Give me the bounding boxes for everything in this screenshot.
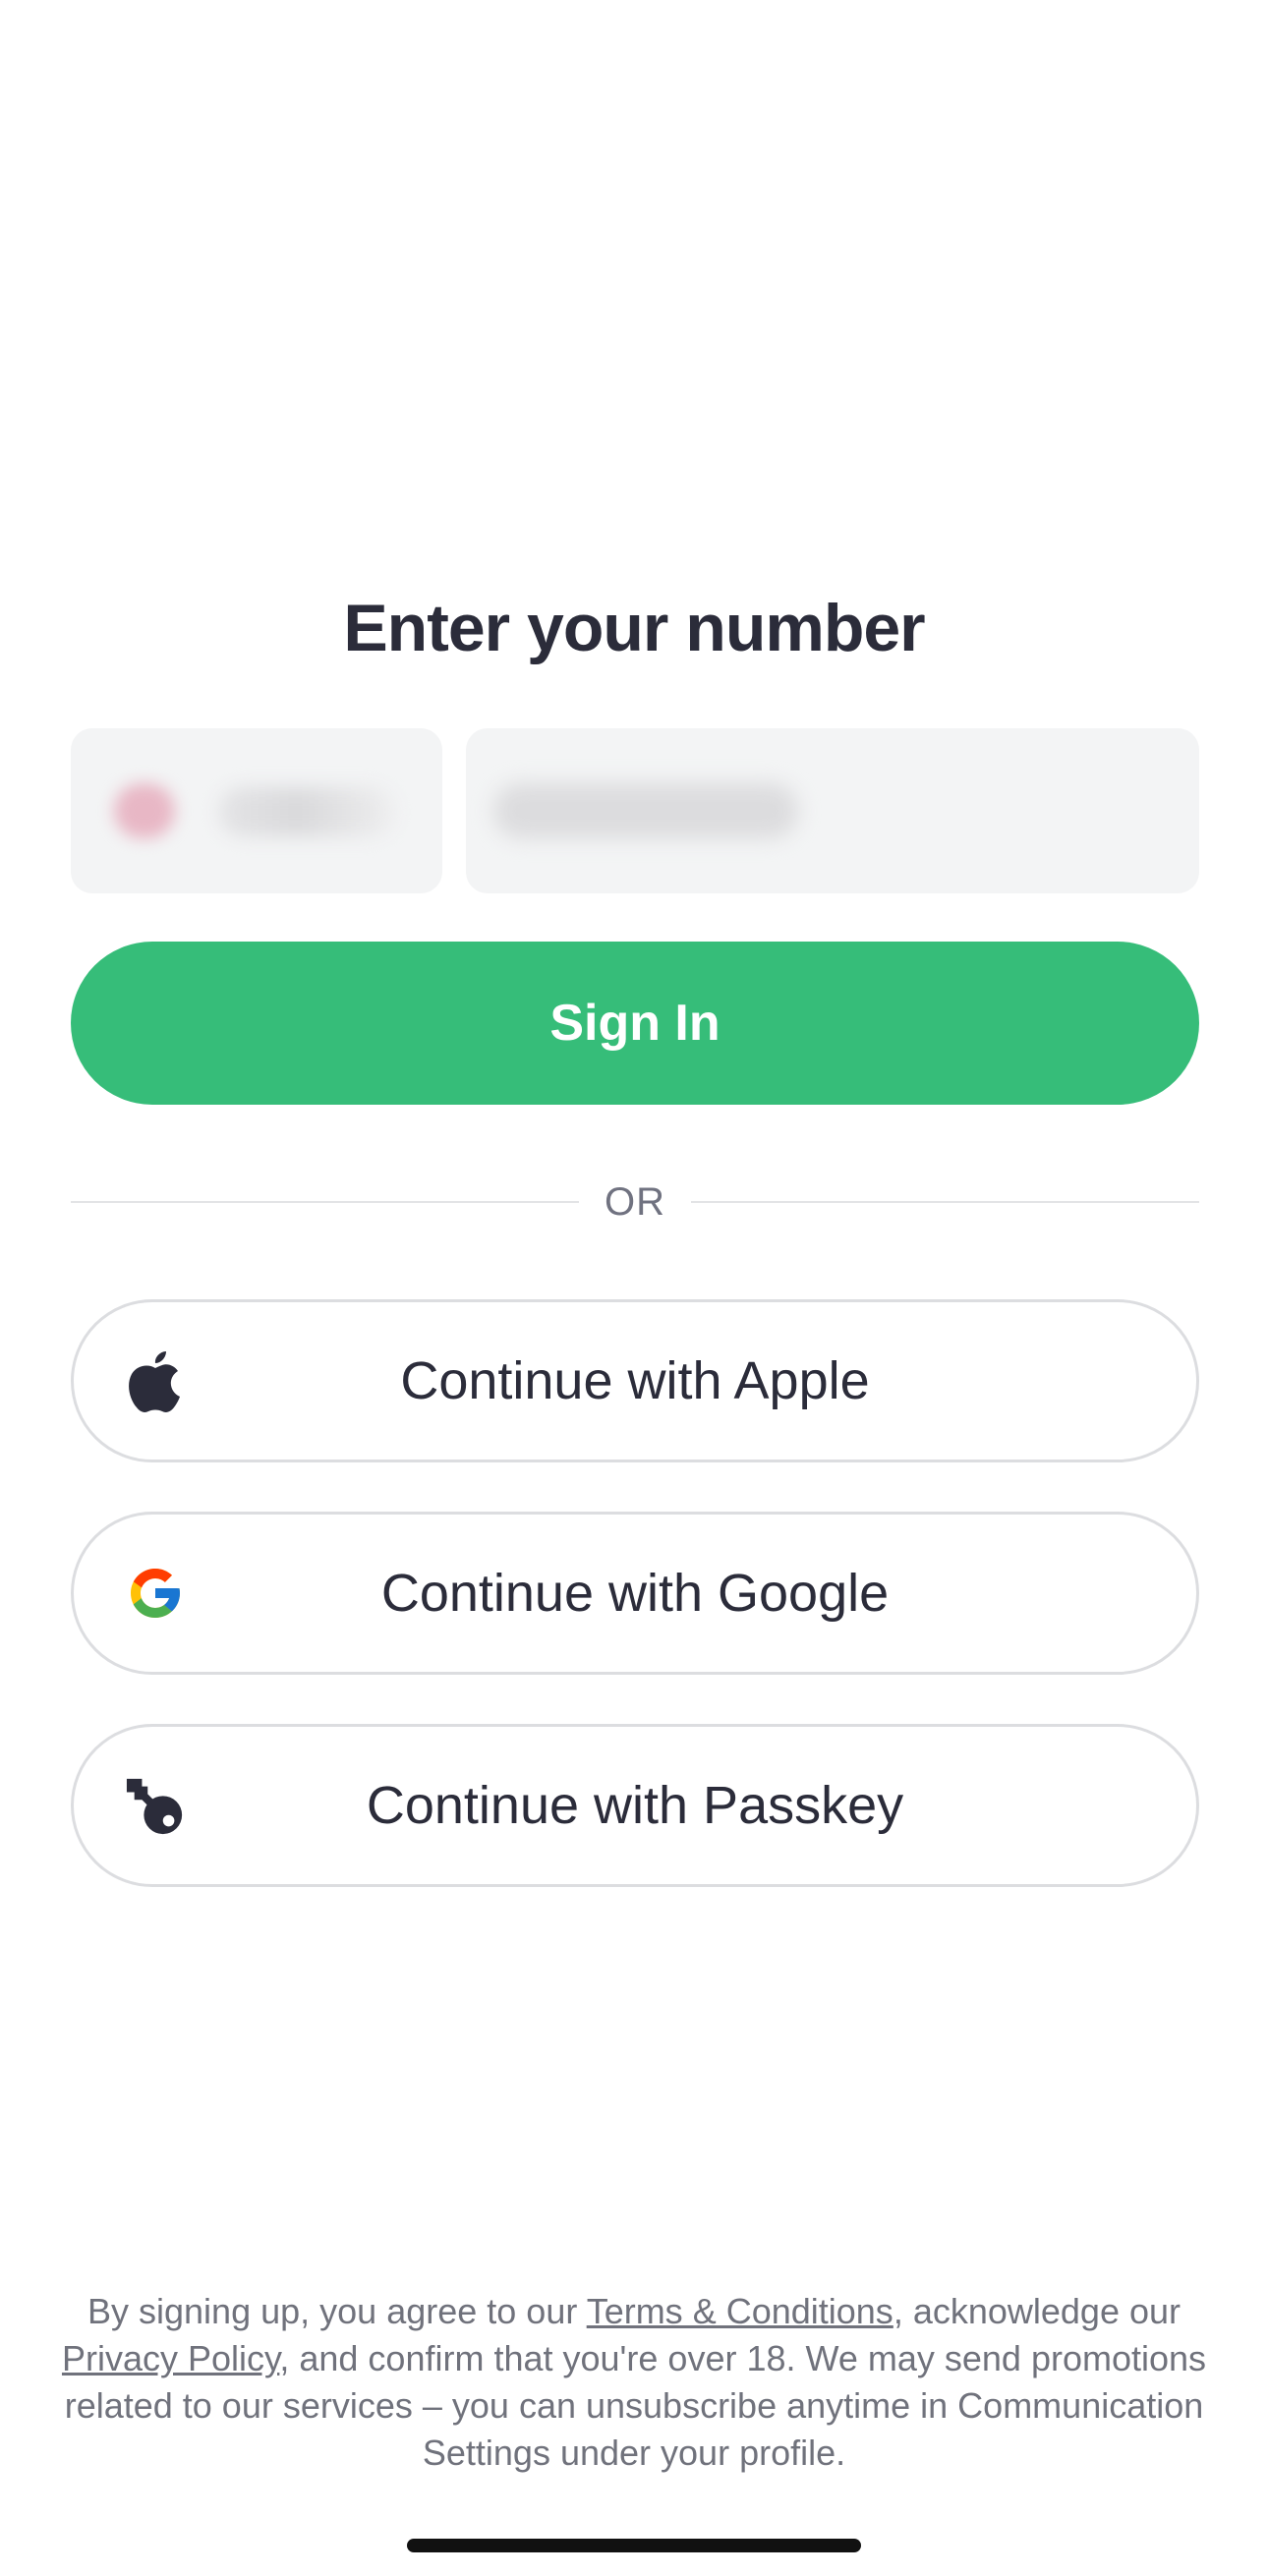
continue-with-google-label: Continue with Google xyxy=(380,1564,890,1623)
divider-label: OR xyxy=(605,1179,665,1224)
google-icon xyxy=(125,1563,186,1624)
legal-text-1: By signing up, you agree to our xyxy=(87,2291,587,2331)
legal-disclaimer: By signing up, you agree to our Terms & … xyxy=(59,2288,1209,2477)
privacy-policy-link[interactable]: Privacy Policy xyxy=(62,2338,279,2378)
continue-with-apple-label: Continue with Apple xyxy=(400,1351,870,1410)
home-indicator[interactable] xyxy=(407,2539,861,2552)
terms-link[interactable]: Terms & Conditions xyxy=(587,2291,893,2331)
sign-in-screen: Enter your number Sign In OR Continue wi… xyxy=(0,0,1268,2576)
legal-text-2: , acknowledge our xyxy=(893,2291,1181,2331)
divider-line-right xyxy=(691,1201,1199,1203)
phone-number-input[interactable] xyxy=(466,728,1199,893)
phone-number-redacted xyxy=(493,783,798,838)
apple-icon xyxy=(125,1350,186,1412)
continue-with-google-button[interactable]: Continue with Google xyxy=(71,1512,1199,1675)
continue-with-passkey-button[interactable]: Continue with Passkey xyxy=(71,1724,1199,1887)
passkey-icon xyxy=(125,1775,186,1836)
page-title: Enter your number xyxy=(343,591,925,665)
phone-input-row xyxy=(71,728,1199,893)
continue-with-apple-button[interactable]: Continue with Apple xyxy=(71,1299,1199,1462)
continue-with-passkey-label: Continue with Passkey xyxy=(366,1776,904,1835)
sign-in-button[interactable]: Sign In xyxy=(71,942,1199,1105)
country-code-selector[interactable] xyxy=(71,728,442,893)
divider-line-left xyxy=(71,1201,579,1203)
or-divider: OR xyxy=(71,1174,1199,1230)
country-flag-icon xyxy=(114,783,175,838)
country-code-redacted xyxy=(218,787,395,836)
